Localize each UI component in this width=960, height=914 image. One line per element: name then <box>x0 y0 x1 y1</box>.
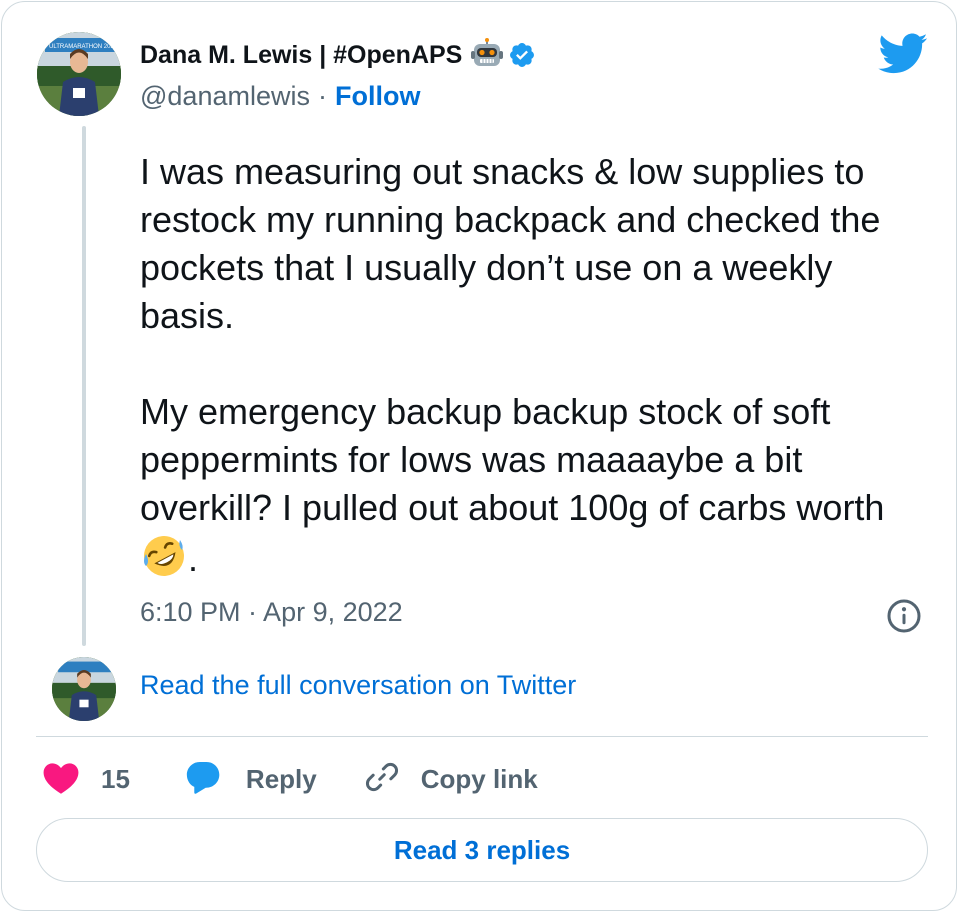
reply-button[interactable]: Reply <box>184 759 317 800</box>
tweet-timestamp[interactable]: 6:10 PM · Apr 9, 2022 <box>140 597 403 628</box>
follow-button[interactable]: Follow <box>335 81 420 112</box>
tweet-trailing-punctuation: . <box>188 538 199 579</box>
thread-line <box>82 126 86 646</box>
avatar-photo <box>52 657 116 721</box>
tweet-paragraph-2: My emergency backup backup stock of soft… <box>140 388 930 583</box>
author-avatar[interactable]: ULTRAMARATHON 2022 <box>37 32 121 116</box>
speech-bubble-icon <box>184 759 222 800</box>
author-handle[interactable]: @danamlewis <box>140 81 310 112</box>
conversation-avatar[interactable] <box>52 657 116 721</box>
like-button[interactable]: 15 <box>42 759 130 800</box>
rolling-on-floor-laughing-emoji-icon <box>140 532 188 580</box>
info-icon[interactable] <box>886 598 922 634</box>
tweet-card: ULTRAMARATHON 2022 Dana M. Lewis | #Open… <box>1 1 957 911</box>
avatar-photo: ULTRAMARATHON 2022 <box>37 32 121 116</box>
avatar-banner-text: ULTRAMARATHON 2022 <box>49 44 118 50</box>
author-display-name[interactable]: Dana M. Lewis | #OpenAPS <box>140 41 462 70</box>
action-bar: 15 Reply Copy link <box>42 756 538 802</box>
divider <box>36 736 928 737</box>
twitter-bird-icon[interactable] <box>878 32 928 74</box>
read-replies-button[interactable]: Read 3 replies <box>36 818 928 882</box>
tweet-paragraph-2-text: My emergency backup backup stock of soft… <box>140 391 885 528</box>
read-full-conversation-link[interactable]: Read the full conversation on Twitter <box>140 670 576 701</box>
author-name-row[interactable]: Dana M. Lewis | #OpenAPS <box>140 37 536 73</box>
verified-badge-icon <box>508 41 536 69</box>
reply-label: Reply <box>245 763 317 794</box>
handle-separator: · <box>317 80 327 111</box>
author-handle-row: @danamlewis · Follow <box>140 78 420 114</box>
tweet-paragraph-1: I was measuring out snacks & low supplie… <box>140 151 881 336</box>
like-count: 15 <box>101 763 130 794</box>
link-icon <box>364 759 400 800</box>
copy-link-button[interactable]: Copy link <box>364 759 538 800</box>
heart-icon <box>42 759 80 800</box>
robot-emoji-icon <box>470 38 504 72</box>
tweet-text: I was measuring out snacks & low supplie… <box>140 148 930 583</box>
copy-link-label: Copy link <box>420 763 538 794</box>
